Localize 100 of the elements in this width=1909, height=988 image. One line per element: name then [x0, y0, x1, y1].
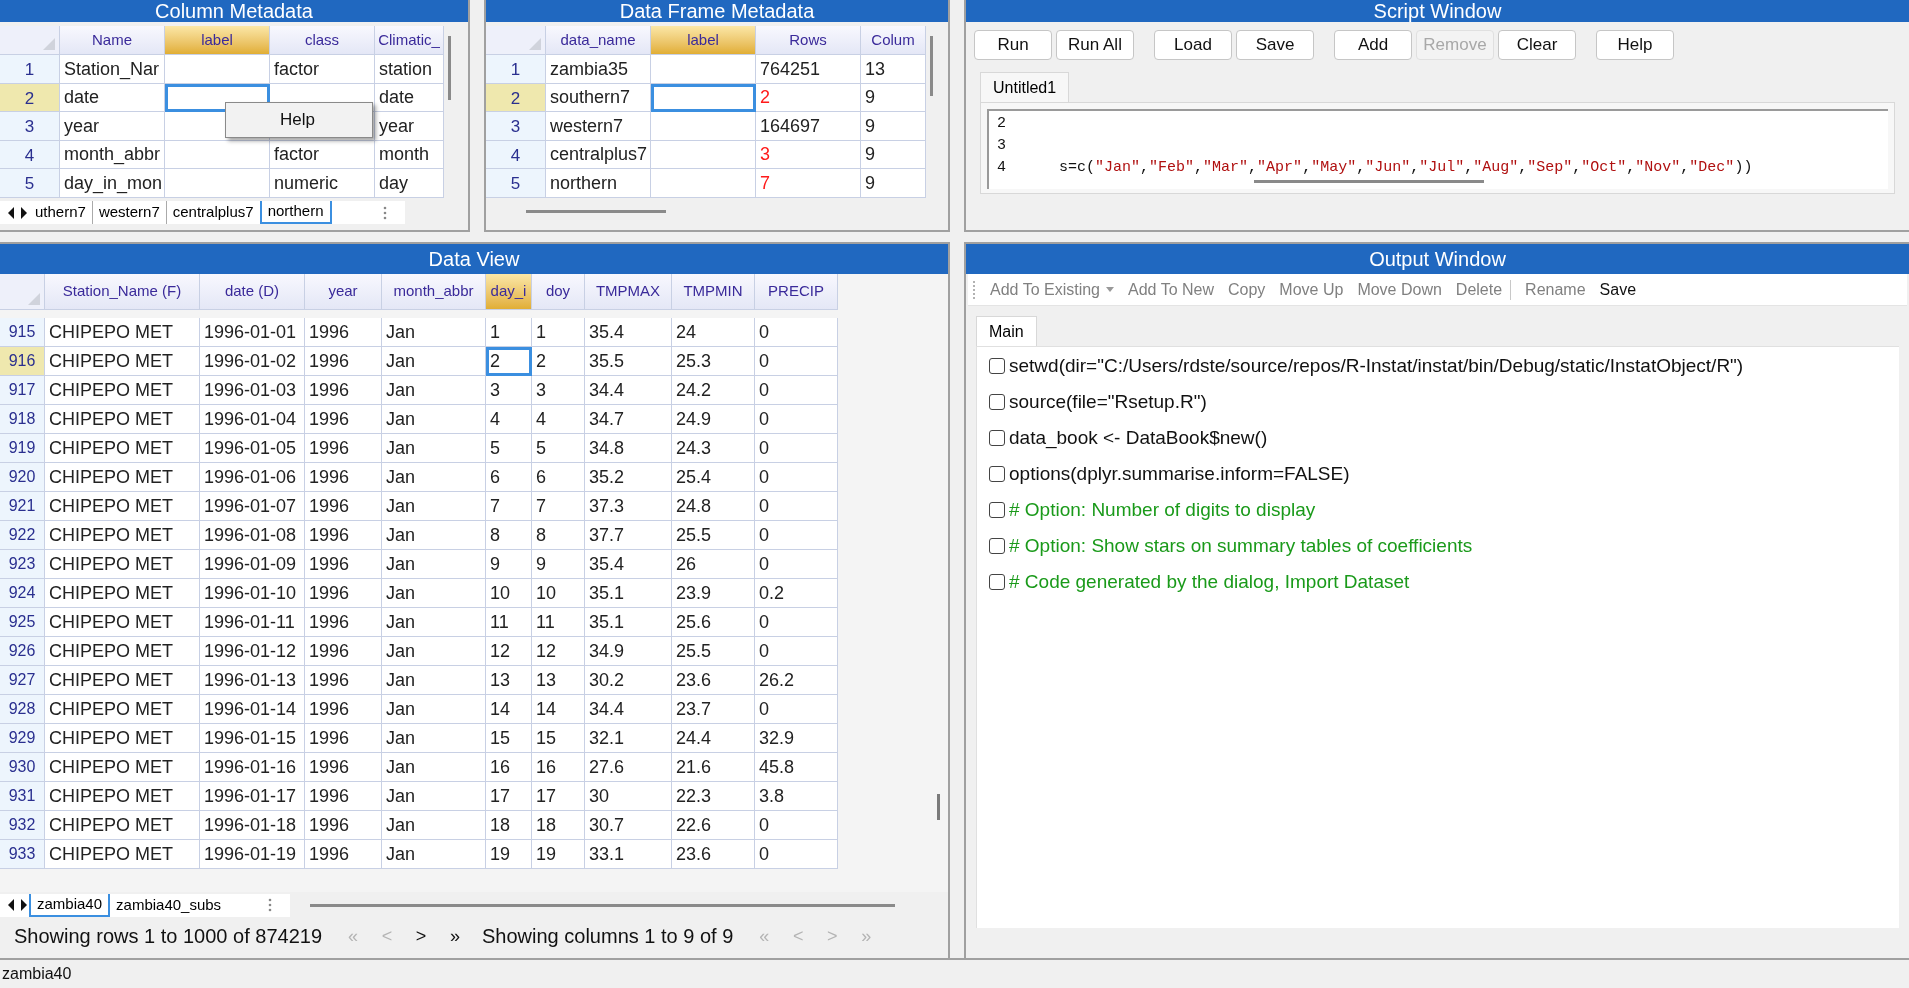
- menu-item[interactable]: Help: [226, 103, 315, 137]
- code-editor[interactable]: 2 3 4 s=c("Jan","Feb","Mar","Apr","May","Jun","Jul","Aug","Sep","Oct","Nov","Dec")): [987, 109, 1888, 189]
- row-header[interactable]: 924: [0, 579, 45, 608]
- row-header[interactable]: 3: [0, 112, 60, 141]
- toolbar-button[interactable]: Run All: [1056, 30, 1134, 60]
- table-cell: 3.8: [755, 782, 838, 811]
- row-header[interactable]: 915: [0, 318, 45, 347]
- column-header[interactable]: date (D): [200, 274, 305, 310]
- table-cell: 1996-01-02: [200, 347, 305, 376]
- scrollbar-thumb[interactable]: [448, 36, 451, 100]
- table-cell: 1996: [305, 811, 382, 840]
- column-header[interactable]: doy: [532, 274, 585, 310]
- table-cell: 34.7: [585, 405, 672, 434]
- output-tab[interactable]: Main: [976, 316, 1037, 346]
- row-header[interactable]: 933: [0, 840, 45, 869]
- sheet-tab[interactable]: uthern7: [29, 201, 92, 224]
- table-cell: factor: [270, 55, 375, 84]
- column-header[interactable]: Station_Name (F): [45, 274, 200, 310]
- row-header[interactable]: 922: [0, 521, 45, 550]
- column-header[interactable]: data_name: [546, 26, 651, 56]
- sheet-tab[interactable]: centralplus7: [165, 201, 260, 224]
- more-dots-icon[interactable]: [383, 205, 387, 220]
- checkbox[interactable]: [989, 430, 1005, 446]
- row-header[interactable]: 931: [0, 782, 45, 811]
- sheet-tab[interactable]: northern: [259, 201, 332, 224]
- sheet-tab[interactable]: western7: [91, 201, 166, 224]
- row-header[interactable]: 2: [486, 84, 546, 113]
- checkbox[interactable]: [989, 358, 1005, 374]
- row-header[interactable]: 926: [0, 637, 45, 666]
- scroll-left-icon[interactable]: [6, 899, 16, 911]
- row-header[interactable]: 920: [0, 463, 45, 492]
- row-header[interactable]: 2: [0, 84, 60, 113]
- column-header[interactable]: class: [270, 26, 375, 56]
- sheet-tab[interactable]: zambia40_subs: [110, 893, 228, 917]
- toolbar-button[interactable]: Run: [974, 30, 1052, 60]
- table-cell: 13: [861, 55, 926, 84]
- row-header[interactable]: 919: [0, 434, 45, 463]
- row-header[interactable]: 932: [0, 811, 45, 840]
- table-cell: 1996-01-01: [200, 318, 305, 347]
- table-cell: Jan: [382, 492, 486, 521]
- checkbox[interactable]: [989, 574, 1005, 590]
- corner-cell[interactable]: [486, 26, 546, 56]
- row-header[interactable]: 4: [0, 141, 60, 170]
- column-header[interactable]: month_abbr: [382, 274, 486, 310]
- row-header[interactable]: 916: [0, 347, 45, 376]
- toolbar-button[interactable]: Add: [1334, 30, 1412, 60]
- toolbar-button[interactable]: Help: [1596, 30, 1674, 60]
- table-cell: 1996: [305, 492, 382, 521]
- column-header[interactable]: label: [165, 26, 270, 56]
- toolbar-button[interactable]: Save: [1236, 30, 1314, 60]
- toolbar-button[interactable]: Save: [1593, 277, 1643, 302]
- column-header[interactable]: Name: [60, 26, 165, 56]
- row-header[interactable]: 921: [0, 492, 45, 521]
- row-header[interactable]: 5: [0, 169, 60, 198]
- column-header[interactable]: TMPMAX: [585, 274, 672, 310]
- scrollbar-thumb[interactable]: [310, 903, 895, 907]
- row-header[interactable]: 923: [0, 550, 45, 579]
- scrollbar-thumb[interactable]: [1254, 180, 1484, 183]
- page-nav-link[interactable]: »: [438, 922, 472, 950]
- column-header[interactable]: PRECIP: [755, 274, 838, 310]
- row-header[interactable]: 1: [486, 55, 546, 84]
- row-header[interactable]: 929: [0, 724, 45, 753]
- corner-cell[interactable]: [0, 274, 45, 310]
- column-header[interactable]: year: [305, 274, 382, 310]
- scrollbar-thumb[interactable]: [937, 794, 940, 820]
- column-header[interactable]: Climatic_: [375, 26, 444, 56]
- row-header[interactable]: 927: [0, 666, 45, 695]
- column-header[interactable]: TMPMIN: [672, 274, 755, 310]
- checkbox[interactable]: [989, 502, 1005, 518]
- corner-cell[interactable]: [0, 26, 60, 56]
- checkbox[interactable]: [989, 538, 1005, 554]
- row-header[interactable]: 918: [0, 405, 45, 434]
- checkbox[interactable]: [989, 466, 1005, 482]
- row-header[interactable]: 930: [0, 753, 45, 782]
- scrollbar-thumb[interactable]: [526, 210, 666, 213]
- scroll-right-icon[interactable]: [19, 206, 29, 219]
- column-header[interactable]: day_i: [486, 274, 532, 310]
- sheet-tab[interactable]: zambia40: [29, 893, 111, 917]
- table-cell: 4: [486, 405, 532, 434]
- toolbar-button[interactable]: Clear: [1498, 30, 1576, 60]
- script-tab[interactable]: Untitled1: [980, 72, 1070, 102]
- table-cell: 1: [532, 318, 585, 347]
- checkbox[interactable]: [989, 394, 1005, 410]
- more-dots-icon[interactable]: [268, 898, 272, 912]
- page-nav-link[interactable]: >: [404, 922, 438, 950]
- column-header[interactable]: Colum: [861, 26, 926, 56]
- table-cell: 25.5: [672, 521, 755, 550]
- column-header[interactable]: label: [651, 26, 756, 56]
- row-header[interactable]: 1: [0, 55, 60, 84]
- scrollbar-thumb[interactable]: [930, 36, 933, 96]
- column-header[interactable]: Rows: [756, 26, 861, 56]
- toolbar-button[interactable]: Load: [1154, 30, 1232, 60]
- row-header[interactable]: 928: [0, 695, 45, 724]
- row-header[interactable]: 917: [0, 376, 45, 405]
- scroll-left-icon[interactable]: [6, 206, 16, 219]
- row-header[interactable]: 925: [0, 608, 45, 637]
- row-header[interactable]: 5: [486, 169, 546, 198]
- corner-triangle-icon: [28, 293, 40, 305]
- row-header[interactable]: 3: [486, 112, 546, 141]
- row-header[interactable]: 4: [486, 141, 546, 170]
